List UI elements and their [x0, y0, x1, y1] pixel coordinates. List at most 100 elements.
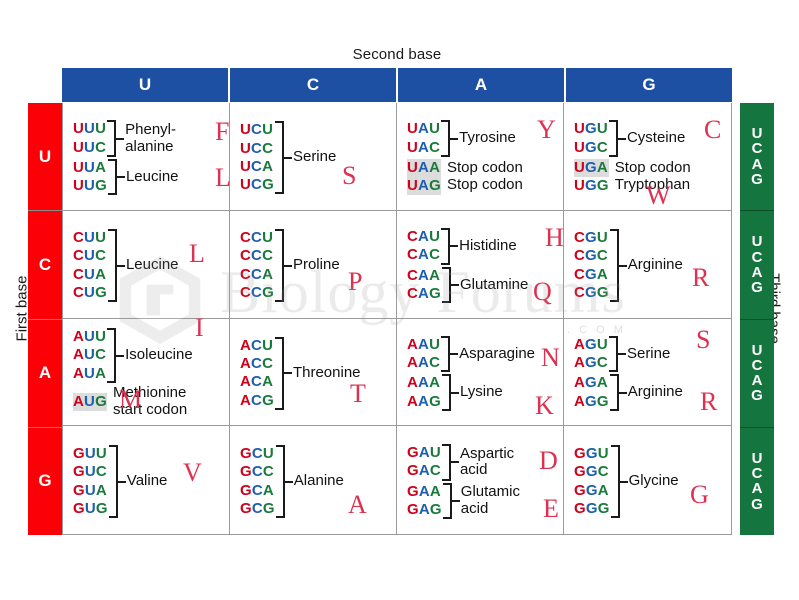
- genetic-code-table: Second base First base Third base UCAG U…: [0, 0, 799, 600]
- codon-bracket: [274, 121, 284, 195]
- codon-stack: GUU GUC GUA GUG: [73, 445, 108, 518]
- codon: CAA: [407, 266, 441, 284]
- codon-bracket: [441, 266, 451, 304]
- codon-bracket: [442, 482, 452, 520]
- codon-group: GCU GCC GCA GCG Alanine: [240, 445, 392, 519]
- codon-stack: CCU CCC CCA CCG: [240, 229, 274, 302]
- codon-bracket: [608, 335, 618, 373]
- amino-acid-letter: D: [539, 446, 558, 476]
- codon-cell-ua: UAU UAC Tyrosine UAA UAG Stop codon Stop codo…: [397, 103, 564, 211]
- third-base-block-a: UCAG: [740, 319, 774, 428]
- codon: GUG: [73, 499, 108, 517]
- codon: CCU: [240, 229, 274, 247]
- second-base-header-row: UCAG: [62, 68, 732, 102]
- codon: GAA: [407, 482, 441, 500]
- second-base-header-u: U: [62, 68, 230, 102]
- codon-bracket: [275, 445, 285, 519]
- codon-stack: AAU AAC: [407, 336, 440, 373]
- amino-acid-letter: Q: [533, 276, 552, 306]
- codon-stack: ACU ACC ACA ACG: [240, 337, 274, 410]
- amino-acid-name: Histidine: [459, 236, 517, 254]
- codon: CAG: [407, 284, 441, 302]
- amino-acid-name: Aspartic acid: [459, 444, 515, 479]
- amino-acid-letter: V: [183, 458, 202, 488]
- amino-acid-name: Arginine: [627, 383, 683, 401]
- codon-stack: AUU AUC AUA: [73, 328, 106, 383]
- codon: CCG: [240, 283, 274, 301]
- amino-acid-letter: I: [195, 312, 204, 342]
- codon-group-list: GCU GCC GCA GCG Alanine: [240, 431, 392, 532]
- bracket-dash: [283, 156, 292, 159]
- codon-group: CAU CAC Histidine: [407, 228, 559, 265]
- codon-stack: GAU GAC: [407, 444, 441, 481]
- codon: AGA: [574, 374, 608, 392]
- amino-acid-name: Proline: [292, 256, 340, 274]
- codon-cell-uu: UUU UUC Phenyl- alanine UUA UUG Leucine F L: [63, 103, 231, 211]
- codon: CUG: [73, 283, 107, 301]
- codon: CUU: [73, 229, 107, 247]
- amino-acid-letter: R: [700, 386, 718, 416]
- codon-group-list: GAU GAC Aspartic acid GAA GAG Glutamic acid: [407, 431, 559, 532]
- codon-stack: UCU UCC UCA UCG: [240, 121, 274, 194]
- amino-acid-letter: L: [215, 163, 231, 192]
- codon-cell-gc: GCU GCC GCA GCG Alanine A: [230, 426, 397, 534]
- amino-acid-name: Leucine: [125, 167, 179, 185]
- codon-stack: AGA AGG: [574, 374, 609, 411]
- codon-cell-cg: CGU CGC CGA CGG Arginine R: [564, 211, 731, 319]
- codon: UUG: [73, 177, 107, 195]
- codon-cell-uc: UCU UCC UCA UCG Serine S: [230, 103, 397, 211]
- amino-acid-name: Serine: [626, 344, 671, 362]
- codon-cell-ag: AGU AGC Serine AGA AGG Arginine S R: [564, 319, 731, 427]
- third-base-letter: C: [751, 356, 763, 374]
- codon-group-list: CCU CCC CCA CCG Proline: [240, 216, 392, 316]
- bracket-dash: [618, 264, 627, 267]
- codon: UAG: [407, 177, 441, 196]
- codon: AAG: [407, 392, 441, 410]
- codon-stack: CGU CGC CGA CGG: [574, 229, 609, 302]
- codon: UCA: [240, 157, 274, 175]
- codon: UGA: [574, 158, 609, 178]
- second-base-header-a: A: [398, 68, 566, 102]
- codon-stack: AAA AAG: [407, 374, 441, 411]
- codon-group: GAU GAC Aspartic acid: [407, 444, 559, 481]
- codon-cell-gg: GGU GGC GGA GGG Glycine G: [564, 426, 731, 534]
- codon: AAA: [407, 374, 441, 392]
- bracket-dash: [451, 499, 460, 502]
- bracket-dash: [284, 480, 293, 483]
- codon-bracket: [107, 120, 117, 157]
- third-base-letter: G: [751, 387, 763, 405]
- codon: AUU: [73, 328, 107, 346]
- codon: CGU: [574, 229, 608, 247]
- codon-bracket: [441, 120, 451, 157]
- codon: UGG: [574, 177, 609, 195]
- bracket-dash: [116, 137, 125, 140]
- codon: GCA: [240, 481, 274, 499]
- codon: GUC: [73, 463, 107, 481]
- codon-stack: GGU GGC GGA GGG: [574, 445, 610, 518]
- second-base-header-g: G: [566, 68, 732, 102]
- codon-bracket: [108, 445, 118, 519]
- codon: AUG: [73, 392, 107, 411]
- second-base-title: Second base: [352, 46, 442, 63]
- third-base-letter: G: [751, 495, 763, 513]
- amino-acid-letter: K: [535, 390, 554, 420]
- codon-stack: CAA CAG: [407, 267, 441, 304]
- amino-acid-letter: M: [119, 384, 143, 414]
- codon: AGC: [574, 354, 608, 372]
- codon-cell-aa: AAU AAC Asparagine AAA AAG Lysine N K: [397, 318, 564, 427]
- codon: UUA: [73, 158, 107, 176]
- codon-group: UUU UUC Phenyl- alanine: [73, 120, 225, 157]
- codon: UCG: [240, 176, 274, 194]
- codon: GGA: [574, 481, 609, 499]
- amino-acid-letter: Y: [537, 115, 556, 144]
- amino-acid-letter: P: [348, 266, 363, 296]
- codon-cell-ac: ACU ACC ACA ACG Threonine T: [230, 318, 397, 427]
- codon: GAU: [407, 444, 441, 462]
- codon-group: GUU GUC GUA GUG Valine: [73, 445, 225, 519]
- bracket-dash: [283, 264, 292, 267]
- codon-stack: AUG: [73, 392, 107, 411]
- codon-cell-cu: CUU CUC CUA CUG Leucine L: [63, 210, 230, 319]
- first-base-row-g: G: [28, 427, 62, 535]
- bracket-dash: [283, 372, 292, 375]
- codon-cell-au: AUU AUC AUA Isoleucine AUG Methionine start c…: [63, 314, 230, 427]
